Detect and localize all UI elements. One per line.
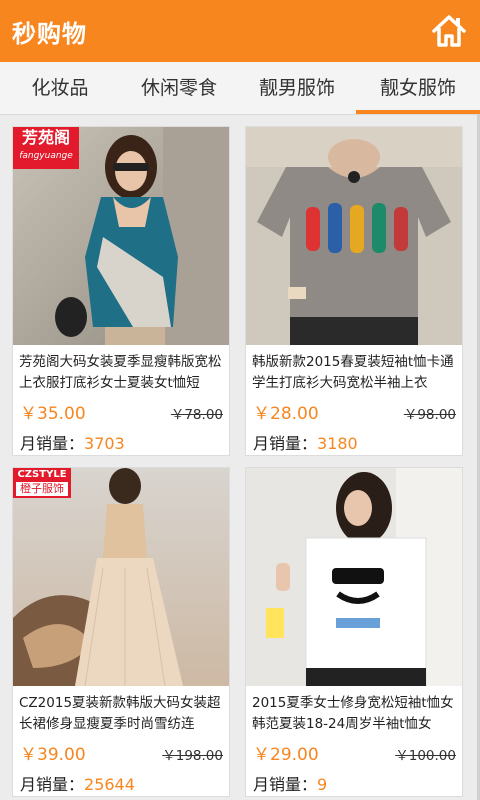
product-description[interactable]: CZ2015夏装新款韩版大码女装超长裙修身显瘦夏季时尚雪纺连	[19, 693, 225, 735]
monthly-sales: 月销量：9	[253, 771, 327, 795]
product-price: ￥35.00	[20, 404, 86, 424]
brand-badge: CZSTYLE 橙子服饰	[13, 468, 71, 498]
brand-badge-subtext: fangyuange	[19, 151, 73, 161]
tab-snacks[interactable]: 休闲零食	[120, 62, 238, 114]
original-price: ￥100.00	[395, 748, 456, 764]
brand-badge-text: CZSTYLE	[17, 469, 67, 480]
product-card[interactable]: CZSTYLE 橙子服饰 CZ2015夏装新款韩版大码女装超长裙修身显瘦夏季时尚…	[12, 467, 230, 797]
tab-mens-clothing[interactable]: 靓男服饰	[238, 62, 356, 114]
monthly-sales-label: 月销量：	[253, 434, 318, 453]
monthly-sales: 月销量：3703	[20, 430, 125, 454]
tab-cosmetics[interactable]: 化妆品	[0, 62, 120, 114]
monthly-sales-value: 9	[317, 775, 328, 794]
app-title: 秒购物	[12, 20, 87, 48]
product-price: ￥39.00	[20, 745, 86, 765]
category-tabs: 化妆品 休闲零食 靓男服饰 靓女服饰	[0, 62, 480, 115]
monthly-sales-label: 月销量：	[20, 775, 85, 794]
product-image[interactable]: 芳苑阁 fangyuange	[13, 127, 229, 345]
product-description[interactable]: 芳苑阁大码女装夏季显瘦韩版宽松上衣服打底衫女士夏装女t恤短	[19, 352, 225, 394]
original-price: ￥78.00	[170, 407, 223, 423]
monthly-sales: 月销量：3180	[253, 430, 358, 454]
product-description[interactable]: 韩版新款2015春夏装短袖t恤卡通学生打底衫大码宽松半袖上衣	[252, 352, 458, 394]
original-price: ￥98.00	[403, 407, 456, 423]
product-price: ￥28.00	[253, 404, 319, 424]
brand-badge: 芳苑阁 fangyuange	[13, 127, 79, 169]
product-description[interactable]: 2015夏季女士修身宽松短袖t恤女韩范夏装18-24周岁半袖t恤女	[252, 693, 458, 735]
product-image[interactable]: CZSTYLE 橙子服饰	[13, 468, 229, 686]
brand-badge-subtext: 橙子服饰	[16, 482, 68, 496]
product-price: ￥29.00	[253, 745, 319, 765]
monthly-sales-value: 3180	[317, 434, 358, 453]
active-tab-indicator	[356, 110, 480, 114]
product-image[interactable]	[246, 468, 462, 686]
product-image[interactable]	[246, 127, 462, 345]
tab-womens-clothing[interactable]: 靓女服饰	[356, 62, 480, 114]
monthly-sales-value: 3703	[84, 434, 125, 453]
product-card[interactable]: 芳苑阁 fangyuange 芳苑阁大码女装夏季显瘦韩版宽松上衣服打底衫女士夏装…	[12, 126, 230, 456]
product-card[interactable]: 韩版新款2015春夏装短袖t恤卡通学生打底衫大码宽松半袖上衣 ￥28.00 ￥9…	[245, 126, 463, 456]
original-price: ￥198.00	[162, 748, 223, 764]
app-header: 秒购物	[0, 0, 480, 62]
monthly-sales-label: 月销量：	[253, 775, 318, 794]
monthly-sales-value: 25644	[84, 775, 135, 794]
home-icon[interactable]	[430, 12, 468, 50]
monthly-sales-label: 月销量：	[20, 434, 85, 453]
product-card[interactable]: 2015夏季女士修身宽松短袖t恤女韩范夏装18-24周岁半袖t恤女 ￥29.00…	[245, 467, 463, 797]
brand-badge-text: 芳苑阁	[21, 128, 70, 147]
monthly-sales: 月销量：25644	[20, 771, 135, 795]
